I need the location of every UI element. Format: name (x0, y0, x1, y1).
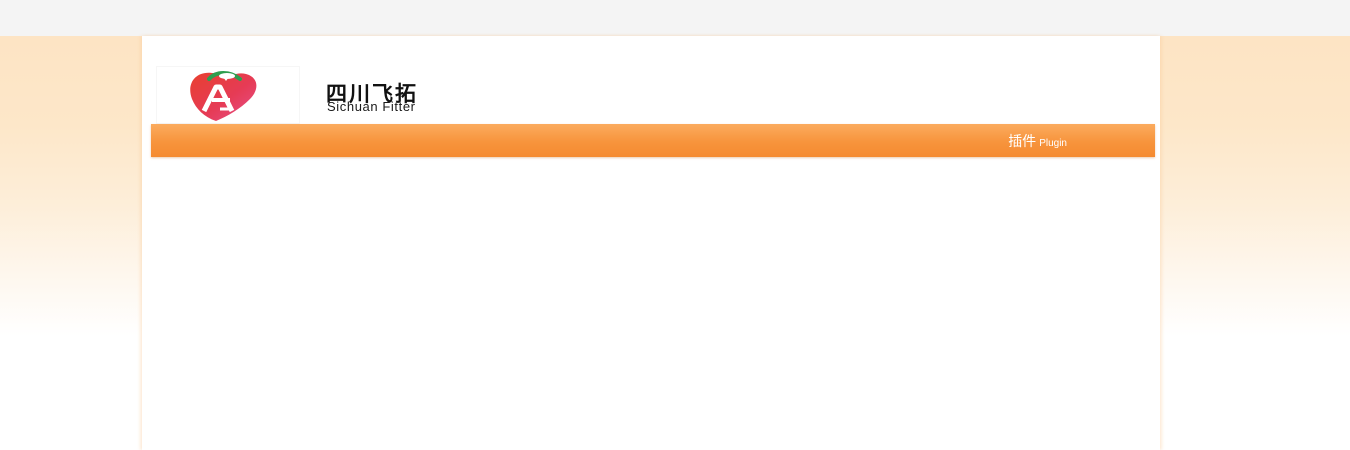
page-container: 四川飞拓 Sichuan Fitter 插件 Plugin (142, 36, 1160, 450)
nav-item-plugin-label-en: Plugin (1039, 138, 1067, 149)
nav-item-plugin[interactable]: 插件 Plugin (1008, 131, 1067, 151)
brand-name-en: Sichuan Fitter (327, 99, 416, 114)
logo[interactable] (156, 66, 300, 124)
nav-item-plugin-label-cn: 插件 (1008, 133, 1037, 149)
site-header: 四川飞拓 Sichuan Fitter (142, 36, 1160, 124)
main-navbar: 插件 Plugin (151, 124, 1155, 157)
top-strip (0, 0, 1350, 36)
fitter-logo-icon (190, 71, 257, 121)
